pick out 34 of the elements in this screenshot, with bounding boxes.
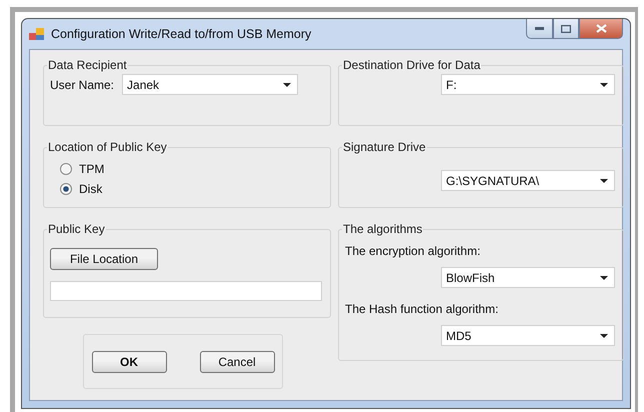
group-title: The algorithms (342, 222, 424, 236)
dropdown-field[interactable]: Janek (122, 74, 298, 95)
file-location-button[interactable]: File Location (50, 248, 158, 270)
app-icon (29, 27, 45, 41)
minimize-button[interactable] (526, 19, 553, 39)
dropdown-field[interactable]: MD5 (441, 325, 615, 346)
window-title: Configuration Write/Read to/from USB Memory (51, 27, 312, 41)
input-field[interactable] (50, 281, 322, 301)
close-icon[interactable] (596, 24, 606, 33)
dropdown-arrow-icon[interactable] (600, 276, 608, 280)
radio-option[interactable]: Disk (60, 182, 324, 196)
maximize-icon[interactable] (561, 24, 571, 32)
group-title: Public Key (47, 222, 106, 236)
radio-button[interactable] (60, 163, 72, 175)
dialog-button[interactable]: OK (92, 350, 166, 372)
dialog-button[interactable]: Cancel (200, 350, 274, 372)
dropdown-arrow-icon[interactable] (283, 82, 292, 86)
dropdown-field[interactable]: BlowFish (441, 267, 615, 288)
radio-option[interactable]: TPM (60, 162, 324, 176)
close-button[interactable] (579, 19, 623, 39)
dropdown-field[interactable]: F: (441, 74, 615, 95)
field-label: User Name: (50, 78, 114, 92)
group-title: Location of Public Key (47, 140, 168, 154)
group-title: Destination Drive for Data (342, 58, 482, 72)
group-title: Data Recipient (47, 58, 128, 72)
dropdown-field[interactable]: G:\SYGNATURA\ (441, 170, 615, 191)
dropdown-arrow-icon[interactable] (600, 334, 608, 338)
maximize-button[interactable] (553, 19, 579, 39)
field-label: The encryption algorithm: (345, 244, 480, 258)
field-label: The Hash function algorithm: (345, 302, 498, 316)
dropdown-arrow-icon[interactable] (600, 82, 608, 86)
radio-button[interactable] (60, 183, 72, 195)
dropdown-arrow-icon[interactable] (600, 178, 608, 182)
group-title: Signature Drive (342, 140, 427, 154)
